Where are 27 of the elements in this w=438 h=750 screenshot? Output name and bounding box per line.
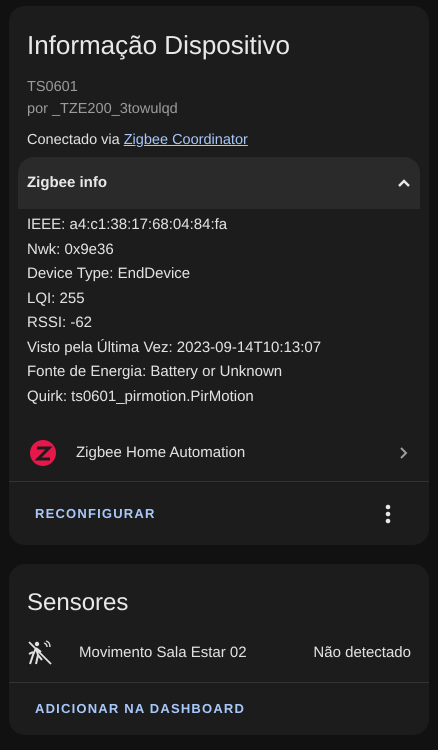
more-options-icon[interactable] bbox=[385, 504, 391, 524]
entity-name: Movimento Sala Estar 02 bbox=[79, 642, 248, 663]
coordinator-link[interactable]: Zigbee Coordinator bbox=[124, 129, 248, 151]
device-model: TS0601 bbox=[27, 78, 79, 97]
info-line: Fonte de Energia: Battery or Unknown bbox=[27, 362, 284, 382]
add-to-dashboard-button[interactable]: ADICIONAR NA DASHBOARD bbox=[35, 699, 246, 719]
info-line: IEEE: a4:c1:38:17:68:04:84:fa bbox=[27, 215, 228, 235]
zigbee-info-header[interactable]: Zigbee info bbox=[18, 157, 420, 209]
integration-name: Zigbee Home Automation bbox=[76, 442, 246, 463]
reconfigure-button[interactable]: RECONFIGURAR bbox=[35, 504, 156, 524]
connection-label: Conectado via bbox=[27, 131, 120, 150]
chevron-up-icon bbox=[397, 178, 411, 188]
entity-row[interactable]: Movimento Sala Estar 02 Não detectado bbox=[9, 624, 429, 682]
info-line: Visto pela Última Vez: 2023-09-14T10:13:07 bbox=[27, 338, 322, 358]
info-line: Device Type: EndDevice bbox=[27, 264, 192, 284]
info-line: Nwk: 0x9e36 bbox=[27, 240, 115, 260]
zigbee-logo-icon bbox=[29, 439, 57, 467]
info-line: Quirk: ts0601_pirmotion.PirMotion bbox=[27, 386, 255, 406]
motion-sensor-icon bbox=[27, 640, 53, 666]
device-manufacturer: por _TZE200_3towulqd bbox=[27, 100, 179, 119]
info-line: LQI: 255 bbox=[27, 288, 86, 308]
integration-row[interactable]: Zigbee Home Automation bbox=[9, 425, 429, 481]
chevron-right-icon bbox=[399, 446, 409, 460]
card-title: Informação Dispositivo bbox=[27, 29, 291, 62]
entity-state: Não detectado bbox=[313, 642, 411, 663]
info-line: RSSI: -62 bbox=[27, 313, 94, 333]
card-title: Sensores bbox=[26, 588, 130, 618]
